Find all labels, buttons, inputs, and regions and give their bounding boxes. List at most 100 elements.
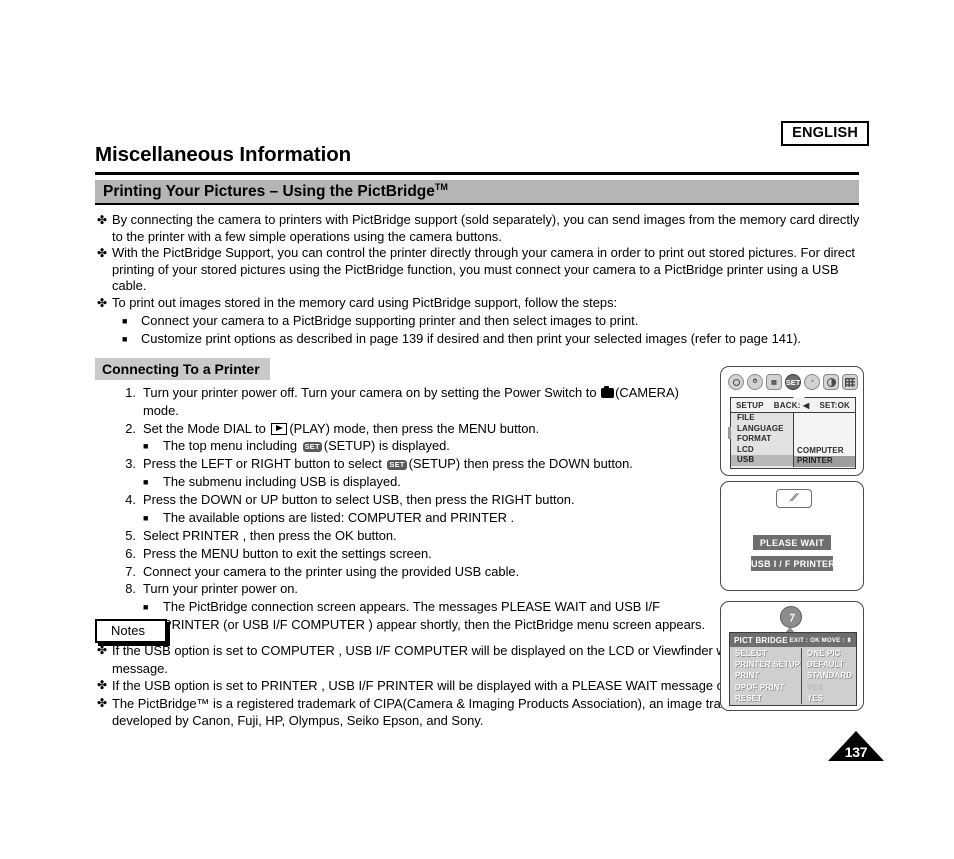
step-item: 7. Connect your camera to the printer us… bbox=[114, 563, 714, 581]
grid-icon bbox=[842, 374, 858, 390]
lcd-setup-menu-panel: SETUP BACK: ◀ SET:OK FILE LANGUAGE FORMA… bbox=[727, 397, 856, 469]
step-item: 6. Press the MENU button to exit the set… bbox=[114, 545, 714, 563]
step-text: Press the MENU button to exit the settin… bbox=[143, 545, 432, 561]
lcd-menu-item-usb[interactable]: USB bbox=[731, 455, 793, 466]
intro-bullet: ✤ To print out images stored in the memo… bbox=[95, 295, 863, 312]
lcd-menu-item-file[interactable]: FILE bbox=[731, 413, 793, 424]
scrollbar-nub[interactable] bbox=[727, 427, 731, 439]
page-title: Miscellaneous Information bbox=[95, 143, 352, 166]
pictbridge-menu-panel: PICT BRIDGE EXIT : OK MOVE : ⬍ SELECT PR… bbox=[729, 632, 857, 706]
pictbridge-value-reset-yes[interactable]: YES bbox=[802, 693, 856, 704]
lcd-menu-option-printer[interactable]: PRINTER bbox=[794, 456, 855, 467]
step-number: 6. bbox=[125, 545, 136, 561]
clover-bullet-icon: ✤ bbox=[97, 295, 108, 310]
notes-label-box: Notes bbox=[95, 619, 167, 643]
lcd-menu-header: SETUP BACK: ◀ SET:OK bbox=[731, 398, 855, 413]
section-title-trademark: TM bbox=[434, 182, 448, 192]
step-text-after: (SETUP) then press the DOWN button. bbox=[408, 456, 633, 472]
lcd-menu-item-lcd[interactable]: LCD bbox=[731, 445, 793, 456]
pictbridge-item-print[interactable]: PRINT bbox=[730, 670, 801, 681]
pictbridge-item-select[interactable]: SELECT bbox=[730, 648, 801, 659]
page-number: 137 bbox=[844, 744, 868, 760]
step-number: 3. bbox=[125, 456, 136, 472]
pictbridge-move-hint: MOVE : ⬍ bbox=[821, 636, 852, 644]
step-subitem-text: The top menu including SET (SETUP) is dis… bbox=[163, 437, 450, 455]
step-number: 4. bbox=[125, 492, 136, 508]
lcd-menu-item-format[interactable]: FORMAT bbox=[731, 434, 793, 445]
square-bullet-icon: ■ bbox=[122, 334, 128, 345]
camera-icon bbox=[601, 385, 615, 398]
step-text: Press the DOWN or UP button to select US… bbox=[143, 492, 575, 508]
pictbridge-right-column: ONE PIC DEFAULT STANDARD YES YES bbox=[802, 648, 856, 704]
page-number-badge: 137 bbox=[828, 731, 884, 767]
step-number: 5. bbox=[125, 527, 136, 543]
lcd-icon-strip: ⏱ ▤ SET ◔ bbox=[726, 372, 860, 392]
step-subitem-text: The submenu including USB is displayed. bbox=[163, 474, 401, 490]
pictbridge-exit-hint: EXIT : OK bbox=[789, 636, 820, 644]
square-bullet-icon: ■ bbox=[122, 315, 128, 326]
set-icon: SET bbox=[302, 442, 322, 453]
card-icon: ▤ bbox=[766, 374, 782, 390]
step-text-after: (PLAY) mode, then press the MENU button. bbox=[289, 420, 540, 436]
brightness-icon bbox=[823, 374, 839, 390]
step-text: Turn your printer power off. Turn your c… bbox=[143, 384, 714, 420]
step-item: 4. Press the DOWN or UP button to select… bbox=[114, 491, 714, 509]
camera-icon bbox=[728, 374, 744, 390]
menu-caret-icon bbox=[793, 391, 805, 398]
intro-subitem-text: Customize print options as described in … bbox=[141, 331, 801, 347]
clover-bullet-icon: ✤ bbox=[97, 246, 108, 261]
step-number: 7. bbox=[125, 563, 136, 579]
step-text: Select PRINTER , then press the OK butto… bbox=[143, 527, 397, 543]
person-icon: ◔ bbox=[804, 374, 820, 390]
step-number: 8. bbox=[125, 581, 136, 597]
intro-bullet: ✤ By connecting the camera to printers w… bbox=[95, 212, 863, 245]
pictbridge-menu-header: PICT BRIDGE EXIT : OK MOVE : ⬍ bbox=[730, 633, 856, 647]
timer-icon: ⏱ bbox=[747, 374, 763, 390]
square-bullet-icon: ■ bbox=[143, 602, 149, 613]
step-text: Set the Mode DIAL to (PLAY) mode, then p… bbox=[143, 420, 714, 438]
intro-subitem: ■ Customize print options as described i… bbox=[122, 330, 863, 349]
lcd-menu-item-language[interactable]: LANGUAGE bbox=[731, 424, 793, 435]
connection-glyph: ⁄⁄ bbox=[791, 492, 797, 504]
clover-bullet-icon: ✤ bbox=[97, 643, 108, 657]
step-subitem: ■ The submenu including USB is displayed… bbox=[143, 473, 714, 491]
step-item: 2. Set the Mode DIAL to (PLAY) mode, the… bbox=[114, 420, 714, 438]
step-subitem: ■ The available options are listed: COMP… bbox=[143, 509, 714, 527]
square-bullet-icon: ■ bbox=[143, 512, 149, 523]
pictbridge-value-one-pic[interactable]: ONE PIC bbox=[802, 648, 856, 659]
pictbridge-item-printer-setup[interactable]: PRINTER SETUP bbox=[730, 659, 801, 670]
intro-bullet-text: By connecting the camera to printers wit… bbox=[112, 212, 860, 244]
step-text: Turn your printer power on. bbox=[143, 581, 298, 597]
step-item: 8. Turn your printer power on. bbox=[114, 580, 714, 598]
lcd-menu-right-column: COMPUTER PRINTER bbox=[794, 413, 855, 467]
square-bullet-icon: ■ bbox=[143, 441, 149, 452]
clover-bullet-icon: ✤ bbox=[97, 678, 108, 692]
pictbridge-item-reset[interactable]: RESET bbox=[730, 693, 801, 704]
step-subitem: ■ The PictBridge connection screen appea… bbox=[143, 598, 714, 634]
step-subitem-text-before: The top menu including bbox=[163, 438, 301, 454]
intro-body: ✤ By connecting the camera to printers w… bbox=[95, 212, 863, 349]
intro-bullet-text: With the PictBridge Support, you can con… bbox=[112, 245, 855, 294]
pictbridge-menu-title: PICT BRIDGE bbox=[734, 635, 788, 645]
pictbridge-value-default[interactable]: DEFAULT bbox=[802, 659, 856, 670]
set-icon: SET bbox=[785, 374, 801, 390]
step-text: Press the LEFT or RIGHT button to select… bbox=[143, 455, 714, 473]
pictbridge-item-dpof-print[interactable]: DPOF PRINT bbox=[730, 682, 801, 693]
lcd-menu-option-computer[interactable]: COMPUTER bbox=[794, 446, 855, 457]
pictbridge-value-dpof-yes[interactable]: YES bbox=[802, 682, 856, 693]
intro-bullet-text: To print out images stored in the memory… bbox=[112, 294, 618, 310]
step-text: Connect your camera to the printer using… bbox=[143, 563, 520, 579]
intro-subitem: ■ Connect your camera to a PictBridge su… bbox=[122, 312, 863, 331]
lcd-menu-set-hint: SET:OK bbox=[819, 400, 850, 410]
pictbridge-value-standard[interactable]: STANDARD bbox=[802, 670, 856, 681]
steps-list: 1. Turn your printer power off. Turn you… bbox=[114, 384, 714, 634]
step-subitem: ■ The top menu including SET (SETUP) is d… bbox=[143, 437, 714, 455]
lcd-menu-left-column: FILE LANGUAGE FORMAT LCD USB bbox=[727, 413, 794, 467]
step-item: 1. Turn your printer power off. Turn you… bbox=[114, 384, 714, 420]
lcd-message-please-wait: PLEASE WAIT bbox=[753, 535, 831, 550]
lcd-menu-back-hint: BACK: ◀ bbox=[773, 400, 810, 410]
step-item: 3. Press the LEFT or RIGHT button to sel… bbox=[114, 455, 714, 473]
section-header-label: Printing Your Pictures – Using the PictB… bbox=[103, 182, 448, 201]
intro-bullet: ✤ With the PictBridge Support, you can c… bbox=[95, 245, 863, 295]
pictbridge-left-column: SELECT PRINTER SETUP PRINT DPOF PRINT RE… bbox=[730, 648, 802, 704]
